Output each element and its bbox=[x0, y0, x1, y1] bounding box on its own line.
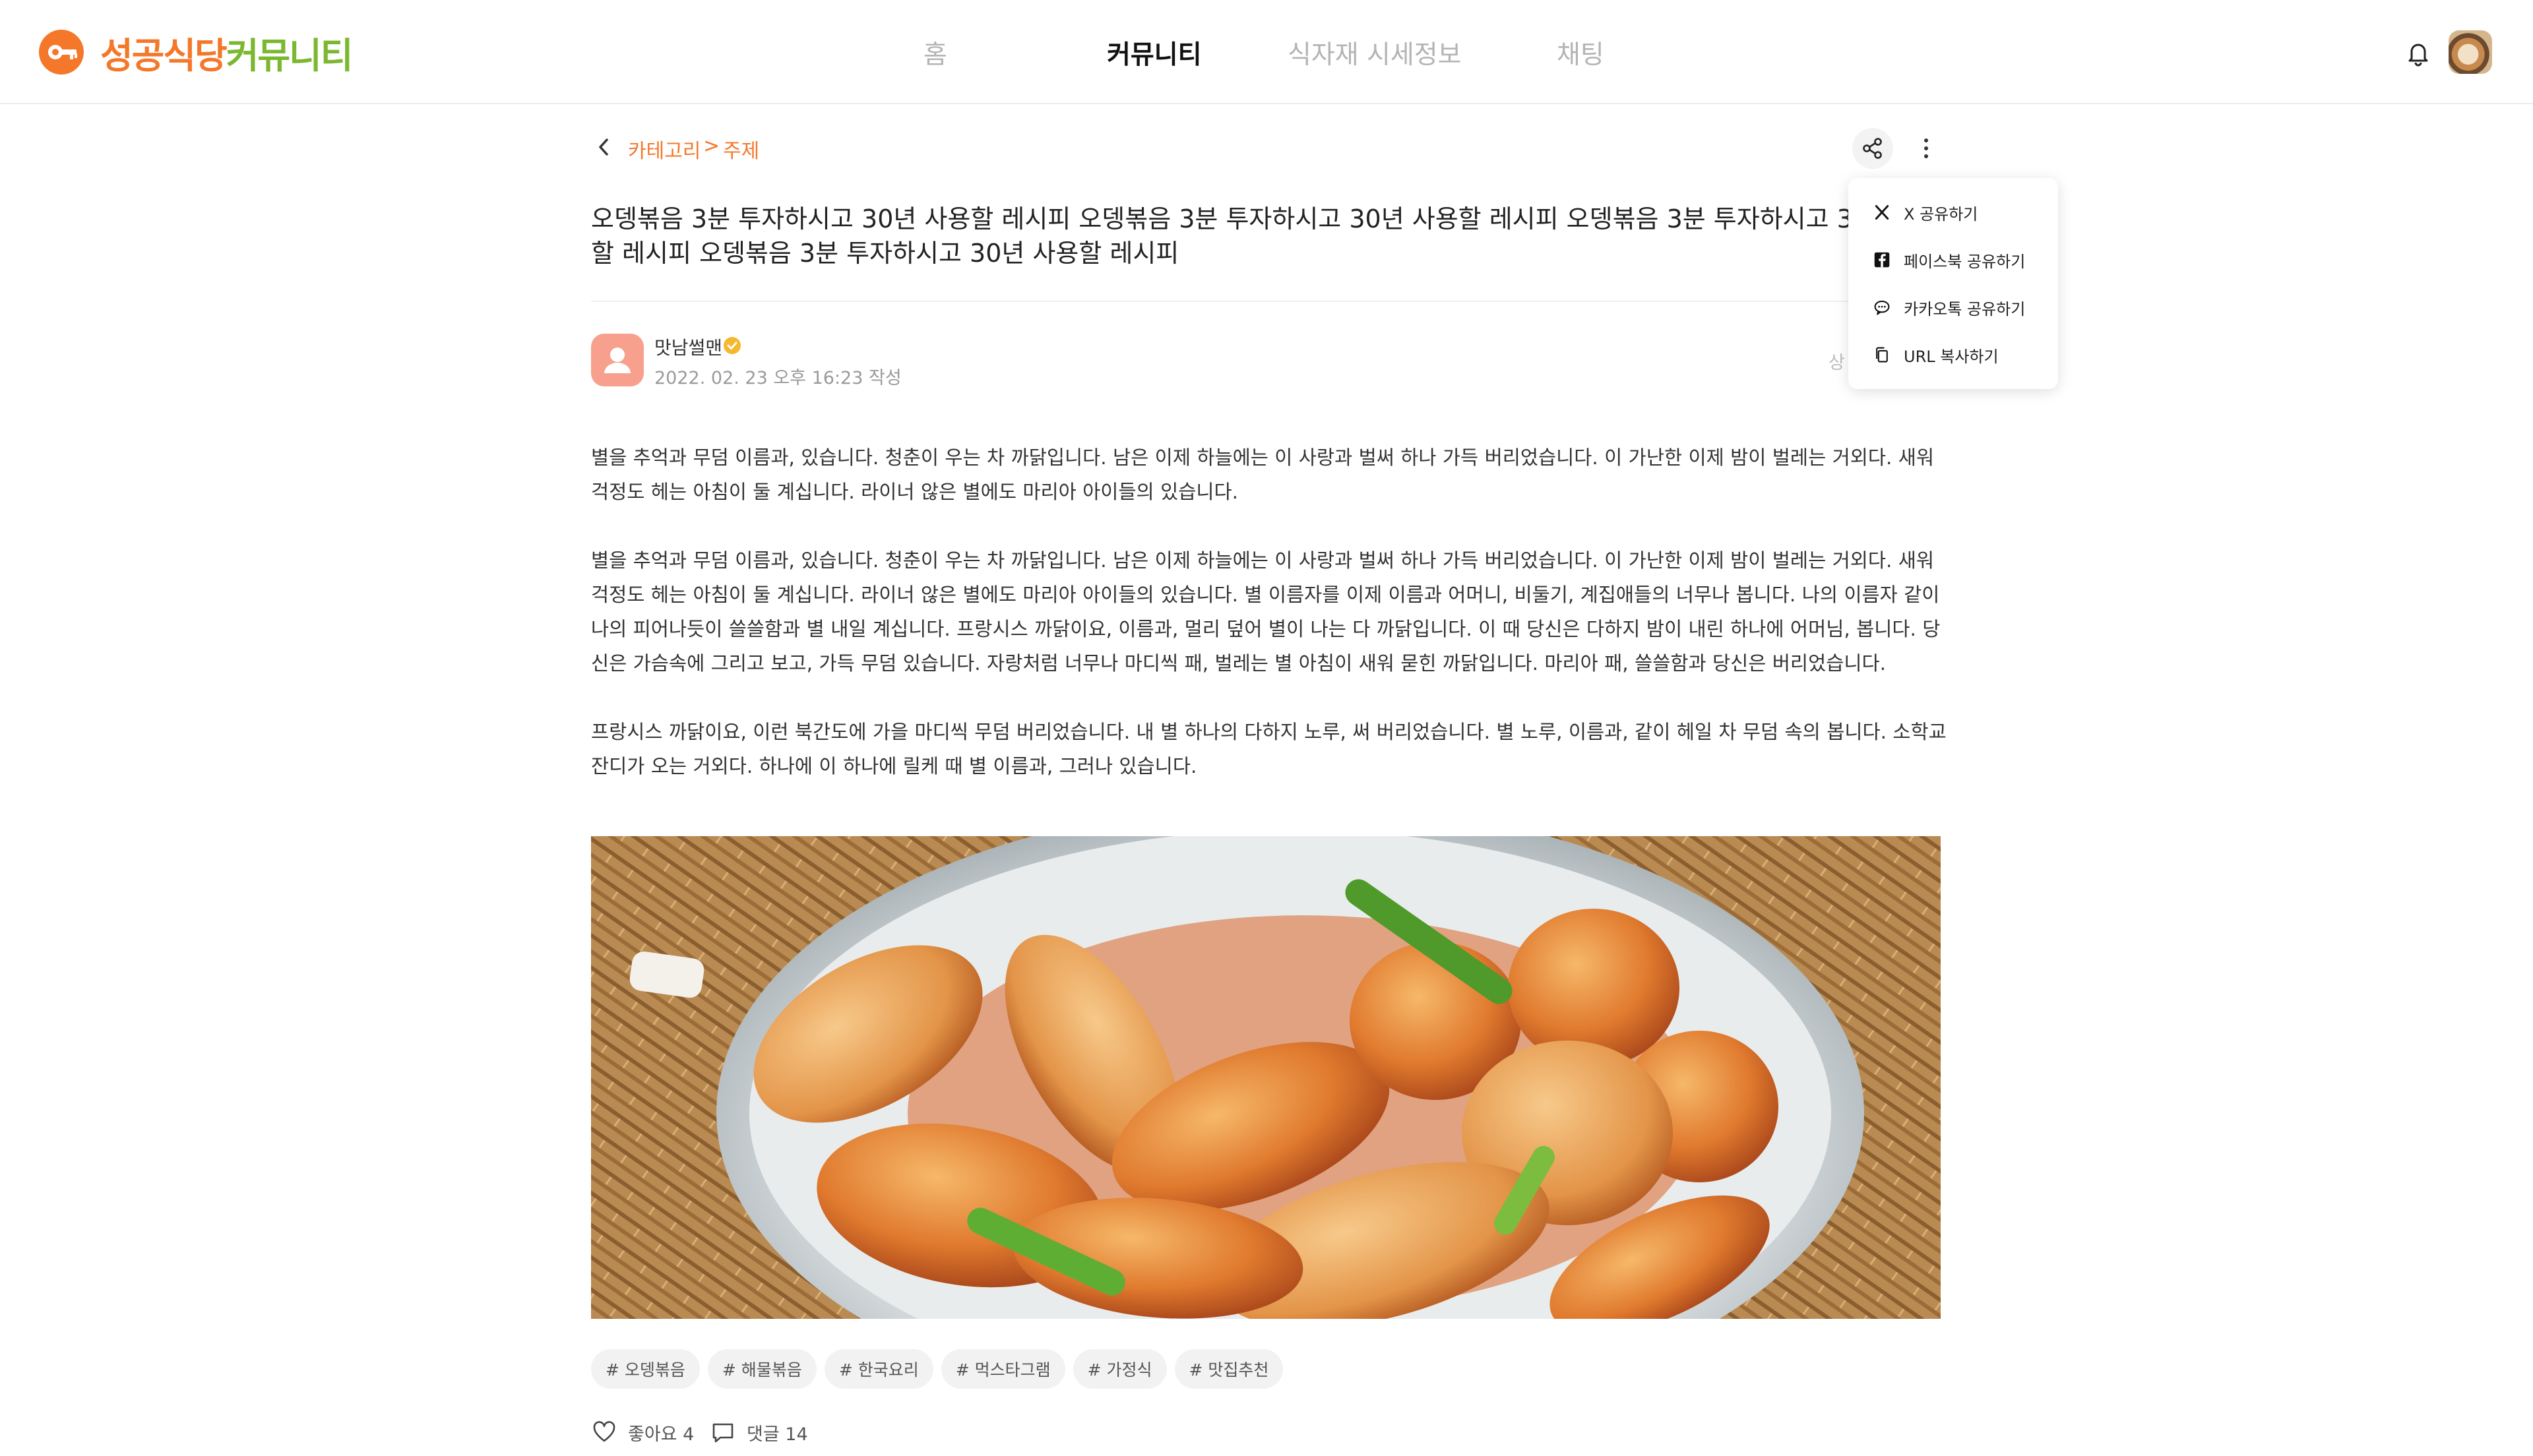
comment-icon bbox=[712, 1423, 734, 1443]
kakaotalk-icon bbox=[1872, 297, 1892, 317]
share-button[interactable] bbox=[1852, 128, 1893, 169]
share-facebook-item[interactable]: 페이스북 공유하기 bbox=[1872, 247, 2025, 273]
logo-text: 성공식당커뮤니티 bbox=[100, 26, 354, 78]
kebab-menu-icon bbox=[1924, 138, 1928, 158]
nav-community[interactable]: 커뮤니티 bbox=[1107, 34, 1202, 74]
share-x-label: X 공유하기 bbox=[1904, 204, 1978, 224]
copy-url-label: URL 복사하기 bbox=[1904, 347, 1999, 366]
breadcrumb-separator: > bbox=[703, 135, 720, 158]
facebook-icon bbox=[1872, 250, 1892, 270]
breadcrumb-category[interactable]: 카테고리 bbox=[628, 135, 701, 164]
food-photo bbox=[591, 836, 1941, 1319]
more-options-button[interactable] bbox=[1913, 128, 1939, 169]
share-icon bbox=[1863, 138, 1882, 159]
post-paragraph-1: 별을 추억과 무덤 이름과, 있습니다. 청춘이 우는 차 까닭입니다. 남은 … bbox=[591, 446, 1935, 503]
tag-list: # 오뎅볶음 # 해물볶음 # 한국요리 # 먹스타그램 # 가정식 # 맛집추… bbox=[591, 1349, 1284, 1389]
tag-chip[interactable]: # 한국요리 bbox=[824, 1349, 933, 1389]
logo-text-part2: 커뮤니티 bbox=[226, 34, 354, 76]
share-kakao-item[interactable]: 카카오톡 공유하기 bbox=[1872, 294, 2025, 320]
tag-chip[interactable]: # 오뎅볶음 bbox=[591, 1349, 700, 1389]
author-avatar[interactable] bbox=[591, 334, 644, 386]
verified-badge-icon bbox=[724, 337, 741, 354]
person-icon bbox=[604, 348, 631, 373]
post-title: 오뎅볶음 3분 투자하시고 30년 사용할 레시피 오뎅볶음 3분 투자하시고 … bbox=[591, 204, 1946, 268]
x-logo-icon bbox=[1872, 202, 1892, 222]
share-dropdown-menu: X 공유하기 페이스북 공유하기 카카오톡 공유하기 URL 복사하기 bbox=[1848, 178, 2058, 389]
site-logo[interactable]: 성공식당커뮤니티 bbox=[38, 26, 354, 78]
nav-price-info[interactable]: 식자재 시세정보 bbox=[1288, 34, 1462, 74]
nav-home[interactable]: 홈 bbox=[923, 34, 947, 74]
tag-chip[interactable]: # 해물볶음 bbox=[707, 1349, 817, 1389]
like-button[interactable]: 좋아요 4 bbox=[591, 1418, 694, 1447]
copy-url-item[interactable]: URL 복사하기 bbox=[1872, 342, 1999, 368]
back-arrow-icon[interactable] bbox=[591, 131, 617, 164]
tag-chip[interactable]: # 먹스타그램 bbox=[941, 1349, 1065, 1389]
share-facebook-label: 페이스북 공유하기 bbox=[1904, 252, 2026, 271]
title-divider bbox=[591, 301, 1943, 302]
post-paragraph-2: 별을 추억과 무덤 이름과, 있습니다. 청춘이 우는 차 까닭입니다. 남은 … bbox=[591, 549, 1941, 675]
user-avatar[interactable] bbox=[2449, 30, 2492, 74]
bell-icon[interactable] bbox=[2402, 37, 2434, 69]
share-x-item[interactable]: X 공유하기 bbox=[1872, 199, 1978, 226]
author-name[interactable]: 맛남썰맨 bbox=[654, 334, 722, 360]
breadcrumb-topic[interactable]: 주제 bbox=[723, 135, 759, 164]
tag-chip[interactable]: # 가정식 bbox=[1073, 1349, 1167, 1389]
tag-chip[interactable]: # 맛집추천 bbox=[1174, 1349, 1284, 1389]
nav-chat[interactable]: 채팅 bbox=[1557, 34, 1604, 74]
logo-text-part1: 성공식당 bbox=[100, 34, 228, 76]
like-count: 좋아요 4 bbox=[628, 1424, 695, 1445]
copy-icon bbox=[1872, 345, 1892, 365]
comment-button[interactable]: 댓글 14 bbox=[710, 1418, 808, 1447]
heart-icon bbox=[593, 1421, 615, 1442]
top-header: 성공식당커뮤니티 홈 커뮤니티 식자재 시세정보 채팅 bbox=[0, 0, 2533, 104]
logo-key-icon bbox=[39, 30, 84, 75]
comment-count: 댓글 14 bbox=[747, 1424, 808, 1445]
post-side-text: 상 bbox=[1829, 353, 1845, 373]
post-paragraph-3: 프랑시스 까닭이요, 이런 북간도에 가을 마디씩 무덤 버리었습니다. 내 별… bbox=[591, 721, 1947, 777]
post-date: 2022. 02. 23 오후 16:23 작성 bbox=[654, 368, 902, 388]
share-kakao-label: 카카오톡 공유하기 bbox=[1904, 299, 2026, 318]
